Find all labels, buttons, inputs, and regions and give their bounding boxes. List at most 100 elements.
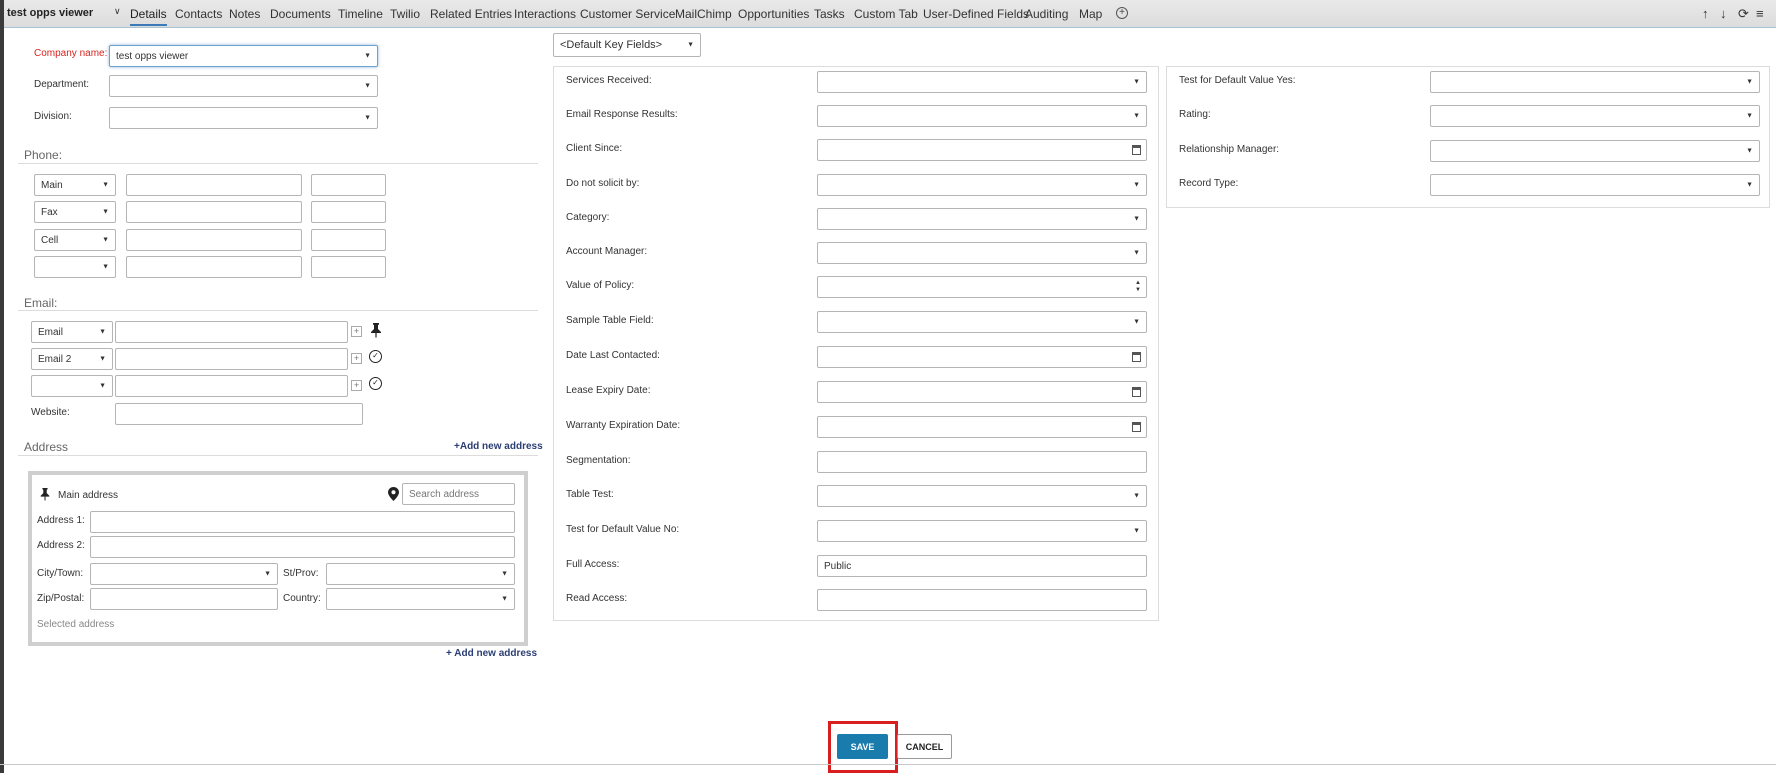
tab-details[interactable]: Details <box>130 7 167 26</box>
email-type-select[interactable] <box>31 375 113 397</box>
table-test-label: Table Test: <box>566 489 614 500</box>
divider <box>18 163 538 164</box>
website-input[interactable] <box>115 403 363 425</box>
zip-input[interactable] <box>90 588 278 610</box>
check-circle-icon[interactable]: ✓ <box>369 350 382 363</box>
phone-type-select[interactable]: Main <box>34 174 116 196</box>
arrow-up-icon[interactable]: ↑ <box>1702 6 1709 21</box>
cancel-button[interactable]: CANCEL <box>897 734 952 759</box>
main-address-label: Main address <box>58 490 119 501</box>
phone-number-input[interactable] <box>126 201 302 223</box>
add-new-address-link[interactable]: +Add new address <box>454 441 543 452</box>
address2-input[interactable] <box>90 536 515 558</box>
pin-icon[interactable] <box>39 487 51 501</box>
tab-tasks[interactable]: Tasks <box>814 7 845 21</box>
value-of-policy-field[interactable] <box>817 276 1147 298</box>
email-address-input[interactable] <box>115 375 348 397</box>
country-select[interactable] <box>326 588 515 610</box>
do-not-solicit-by-label: Do not solicit by: <box>566 178 640 189</box>
phone-ext-input[interactable] <box>311 229 386 251</box>
test-for-default-value-no-label: Test for Default Value No: <box>566 524 680 535</box>
account-manager-field[interactable] <box>817 242 1147 264</box>
email-response-results-field[interactable] <box>817 105 1147 127</box>
lease-expiry-date-field[interactable] <box>817 381 1147 403</box>
search-address-placeholder: Search address <box>409 488 480 500</box>
division-select[interactable] <box>109 107 378 129</box>
add-email-icon[interactable]: + <box>351 380 362 391</box>
tab-auditing[interactable]: Auditing <box>1025 7 1068 21</box>
full-access-field[interactable]: Public <box>817 555 1147 577</box>
department-select[interactable] <box>109 75 378 97</box>
chevron-down-icon[interactable]: ∨ <box>114 6 121 17</box>
tab-user-defined-fields[interactable]: User-Defined Fields <box>923 7 1029 21</box>
test-for-default-value-yes-label: Test for Default Value Yes: <box>1179 75 1296 86</box>
refresh-icon[interactable]: ⟳ <box>1738 6 1749 22</box>
client-since-field[interactable] <box>817 139 1147 161</box>
test-for-default-value-no-field[interactable] <box>817 520 1147 542</box>
search-address-input[interactable]: Search address <box>402 483 515 505</box>
test-for-default-value-yes-select[interactable] <box>1430 71 1760 93</box>
date-last-contacted-field[interactable] <box>817 346 1147 368</box>
tab-documents[interactable]: Documents <box>270 7 331 21</box>
email-type-value: Email 2 <box>38 353 72 365</box>
state-select[interactable] <box>326 563 515 585</box>
value-of-policy-label: Value of Policy: <box>566 280 635 291</box>
tab-twilio[interactable]: Twilio <box>390 7 420 21</box>
phone-number-input[interactable] <box>126 256 302 278</box>
phone-ext-input[interactable] <box>311 256 386 278</box>
add-tab-icon[interactable]: + <box>1116 7 1128 19</box>
tab-mailchimp[interactable]: MailChimp <box>675 7 732 21</box>
phone-ext-input[interactable] <box>311 201 386 223</box>
rating-label: Rating: <box>1179 109 1211 120</box>
category-field[interactable] <box>817 208 1147 230</box>
add-email-icon[interactable]: + <box>351 326 362 337</box>
map-marker-icon[interactable] <box>388 487 399 501</box>
phone-number-input[interactable] <box>126 174 302 196</box>
segmentation-field[interactable] <box>817 451 1147 473</box>
email-type-select[interactable]: Email 2 <box>31 348 113 370</box>
do-not-solicit-by-field[interactable] <box>817 174 1147 196</box>
tab-interactions[interactable]: Interactions <box>514 7 576 21</box>
email-address-input[interactable] <box>115 321 348 343</box>
tab-opportunities[interactable]: Opportunities <box>738 7 809 21</box>
warranty-expiration-date-field[interactable] <box>817 416 1147 438</box>
arrow-down-icon[interactable]: ↓ <box>1720 6 1727 21</box>
key-fields-select[interactable]: <Default Key Fields> <box>553 33 701 57</box>
relationship-manager-select[interactable] <box>1430 140 1760 162</box>
divider <box>18 455 538 456</box>
record-type-select[interactable] <box>1430 174 1760 196</box>
table-test-field[interactable] <box>817 485 1147 507</box>
add-new-address-link[interactable]: + Add new address <box>446 648 537 659</box>
tab-related-entries[interactable]: Related Entries <box>430 7 512 21</box>
city-select[interactable] <box>90 563 278 585</box>
tab-contacts[interactable]: Contacts <box>175 7 222 21</box>
tab-timeline[interactable]: Timeline <box>338 7 383 21</box>
sample-table-field-field[interactable] <box>817 311 1147 333</box>
full-access-value: Public <box>824 560 852 572</box>
phone-ext-input[interactable] <box>311 174 386 196</box>
address-section-title: Address <box>24 440 69 454</box>
save-button[interactable]: SAVE <box>837 734 888 759</box>
phone-type-select[interactable]: Fax <box>34 201 116 223</box>
services-received-field[interactable] <box>817 71 1147 93</box>
company-name-field[interactable]: test opps viewer <box>109 45 378 67</box>
menu-icon[interactable]: ≡ <box>1756 6 1764 21</box>
email-type-select[interactable]: Email <box>31 321 113 343</box>
tab-notes[interactable]: Notes <box>229 7 260 21</box>
address1-input[interactable] <box>90 511 515 533</box>
check-circle-icon[interactable]: ✓ <box>369 377 382 390</box>
phone-type-select[interactable]: Cell <box>34 229 116 251</box>
pin-icon[interactable] <box>369 322 383 338</box>
account-manager-label: Account Manager: <box>566 246 648 257</box>
phone-number-input[interactable] <box>126 229 302 251</box>
website-label: Website: <box>31 407 70 418</box>
tab-customer-service[interactable]: Customer Service <box>580 7 675 21</box>
rating-select[interactable] <box>1430 105 1760 127</box>
tab-custom-tab[interactable]: Custom Tab <box>854 7 918 21</box>
add-email-icon[interactable]: + <box>351 353 362 364</box>
read-access-field[interactable] <box>817 589 1147 611</box>
tab-map[interactable]: Map <box>1079 7 1102 21</box>
full-access-label: Full Access: <box>566 559 620 570</box>
email-address-input[interactable] <box>115 348 348 370</box>
phone-type-select[interactable] <box>34 256 116 278</box>
